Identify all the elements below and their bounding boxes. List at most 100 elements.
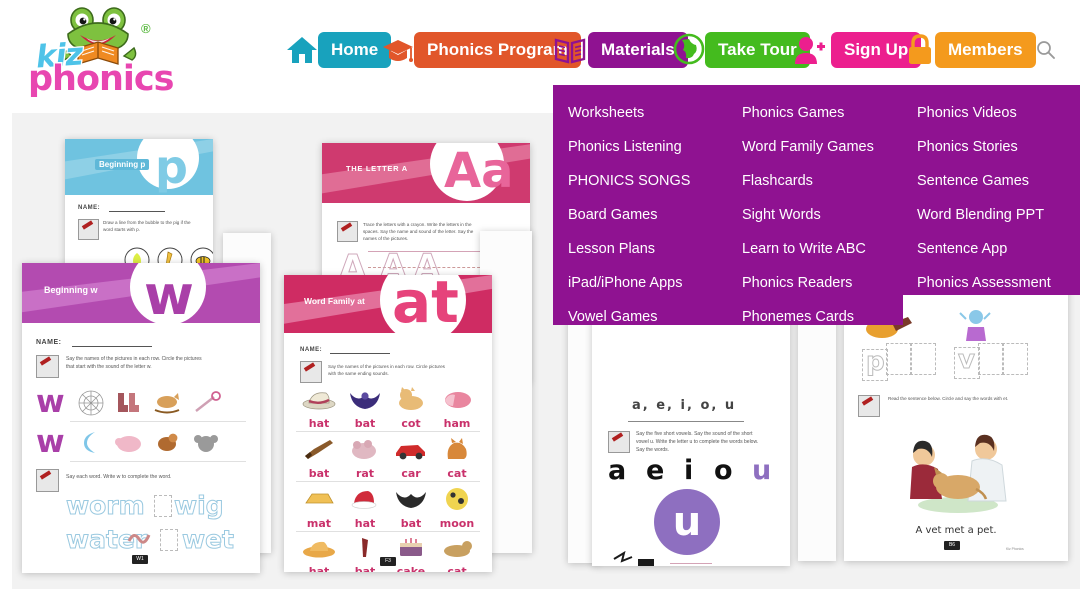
bat-picture-2: [396, 492, 426, 508]
person-add-icon[interactable]: [792, 33, 826, 67]
straw-hat-picture: [303, 541, 335, 558]
name-label: NAME:: [300, 347, 323, 353]
word-label: hat: [308, 417, 330, 430]
worksheet-letter: p: [155, 140, 188, 194]
word-worm: worm: [66, 491, 146, 521]
nav-members-button[interactable]: Members: [935, 32, 1036, 68]
worksheet-word-family-at[interactable]: Word Family at at NAME: Say the names of…: [284, 275, 492, 572]
menu-item-lesson-plans[interactable]: Lesson Plans: [568, 232, 728, 266]
word-cell: ham: [434, 387, 480, 430]
blank-box-et-3: [978, 343, 1004, 375]
menu-item-phonics-songs[interactable]: PHONICS SONGS: [568, 164, 728, 198]
menu-item-word-blending-ppt[interactable]: Word Blending PPT: [917, 198, 1080, 232]
menu-item-phonics-games[interactable]: Phonics Games: [742, 96, 903, 130]
menu-item-phonics-stories[interactable]: Phonics Stories: [917, 130, 1080, 164]
vet-scene-picture: [910, 434, 1007, 513]
bat-picture: [350, 392, 380, 409]
menu-item-vowel-games[interactable]: Vowel Games: [568, 300, 728, 334]
word-cell: cot: [388, 387, 434, 430]
home-icon[interactable]: [285, 33, 319, 67]
menu-item-phonics-listening[interactable]: Phonics Listening: [568, 130, 728, 164]
pig-picture-2: [115, 436, 141, 452]
word-cell: hat: [296, 537, 342, 572]
word-label: bat: [354, 417, 376, 430]
menu-item-worksheets[interactable]: Worksheets: [568, 96, 728, 130]
bat-picture-3: [362, 538, 368, 557]
padlock-icon[interactable]: [903, 32, 937, 66]
word-label: mat: [306, 517, 332, 530]
mat-picture: [305, 493, 334, 504]
menu-item-flashcards[interactable]: Flashcards: [742, 164, 903, 198]
footer-credit: Kiz Phonics: [1006, 547, 1024, 551]
worksheet-instruction: Say the five short vowels. Say the sound…: [636, 431, 759, 453]
word-cell: bat: [388, 487, 434, 530]
graduation-cap-icon[interactable]: [381, 33, 415, 67]
worksheet-badge: F3: [380, 557, 396, 566]
crayon-icon: [608, 431, 630, 453]
rocking-horse-picture: [154, 393, 180, 414]
ham-picture: [445, 392, 471, 408]
menu-item-sentence-games[interactable]: Sentence Games: [917, 164, 1080, 198]
worksheet-letter: at: [392, 275, 459, 336]
materials-dropdown-column-3-panel: Phonics Videos Phonics Stories Sentence …: [903, 85, 1080, 295]
santa-hat-picture: [351, 491, 377, 509]
worksheet-beginning-w[interactable]: Beginning w w NAME: Say the names of the…: [22, 263, 260, 573]
word-label: cat: [447, 565, 467, 572]
cat-picture-2: [447, 438, 467, 459]
crayon-icon: [78, 219, 99, 240]
name-label: NAME:: [78, 205, 101, 211]
word-label: bat: [400, 517, 422, 530]
menu-item-phonics-assessment[interactable]: Phonics Assessment: [917, 266, 1080, 300]
wand-picture: [195, 391, 221, 412]
dropdown-column-2: Phonics Games Word Family Games Flashcar…: [728, 85, 903, 334]
menu-item-sight-words[interactable]: Sight Words: [742, 198, 903, 232]
worksheet-title: Beginning w: [44, 285, 98, 295]
menu-item-sentence-app[interactable]: Sentence App: [917, 232, 1080, 266]
word-label: cake: [396, 565, 426, 572]
crayon-icon-2: [36, 469, 59, 492]
crayon-icon: [36, 355, 59, 378]
moon-picture-2: [446, 488, 468, 510]
worksheet-badge: B6: [944, 541, 960, 550]
vowel-e: e: [646, 455, 665, 486]
blank-box-2: [160, 529, 178, 551]
crayon-icon: [337, 221, 358, 242]
menu-item-phonics-videos[interactable]: Phonics Videos: [917, 96, 1080, 130]
word-cell: cat: [434, 537, 480, 572]
worksheet-title: THE LETTER A: [346, 164, 408, 173]
word-label: ham: [443, 417, 471, 430]
word-label: bat: [354, 565, 376, 572]
open-book-icon[interactable]: [553, 33, 587, 67]
menu-item-phonics-readers[interactable]: Phonics Readers: [742, 266, 903, 300]
worksheet-instruction: Say the names of the pictures in each ro…: [66, 356, 202, 370]
hat-picture: [302, 392, 336, 410]
menu-item-word-family-games[interactable]: Word Family Games: [742, 130, 903, 164]
word-cell: mat: [296, 487, 342, 530]
word-label: moon: [439, 517, 475, 530]
big-letter-u: u: [654, 489, 720, 555]
menu-item-learn-to-write-abc[interactable]: Learn to Write ABC: [742, 232, 903, 266]
cat-picture: [399, 387, 423, 410]
menu-item-board-games[interactable]: Board Games: [568, 198, 728, 232]
worksheet-letter: w: [144, 264, 194, 327]
blank-box-et-4: [1002, 343, 1028, 375]
vowel-i: i: [684, 455, 694, 486]
bird-picture: [158, 433, 178, 451]
worksheet-title: Beginning p: [95, 159, 150, 170]
worksheet-instruction: Trace the letters with a crayon. Write t…: [363, 222, 474, 242]
cat-picture-3: [444, 541, 472, 557]
word-label: cat: [447, 467, 467, 480]
menu-item-phonemes-cards[interactable]: Phonemes Cards: [742, 300, 903, 334]
globe-icon[interactable]: [672, 32, 706, 66]
word-cell: bat: [342, 537, 388, 572]
word-label: car: [401, 467, 421, 480]
row-letter-w-1: w: [36, 384, 65, 420]
word-label: hat: [308, 565, 330, 572]
vet-picture: [959, 310, 991, 341]
worksheet-instruction: Draw a line from the bubble to the pig i…: [103, 220, 191, 233]
word-cell: rat: [342, 437, 388, 480]
moon-picture: [84, 432, 95, 453]
menu-item-ipad-iphone-apps[interactable]: iPad/iPhone Apps: [568, 266, 728, 300]
search-icon[interactable]: [1036, 40, 1056, 60]
name-label: NAME:: [36, 339, 62, 346]
